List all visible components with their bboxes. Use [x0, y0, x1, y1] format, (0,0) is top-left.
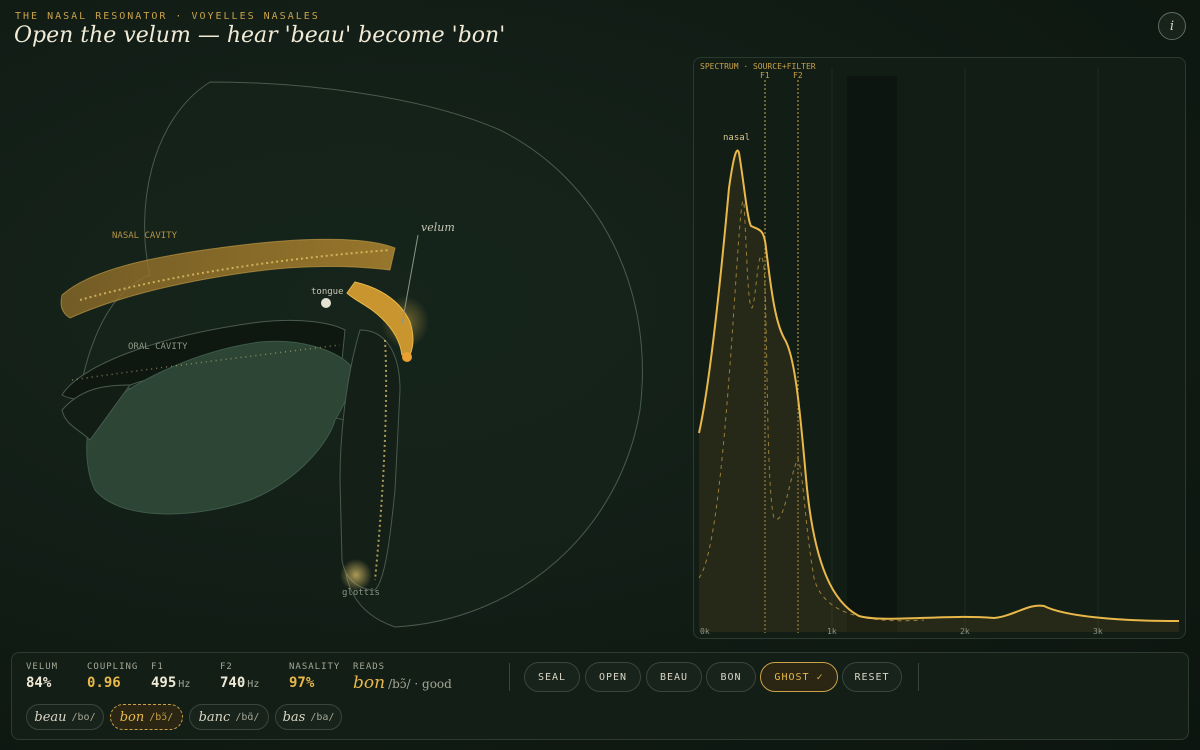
word-chip-bas[interactable]: bas/ba/ — [275, 704, 342, 730]
seal-button[interactable]: SEAL — [524, 662, 580, 692]
f2-stat-unit: Hz — [247, 679, 260, 690]
chip-word: banc — [198, 709, 231, 725]
spectrum-fill — [699, 150, 1179, 632]
x-tick-label: 1k — [827, 627, 837, 636]
f1-marker-label: F1 — [760, 71, 770, 80]
word-chip-bon[interactable]: bon/bɔ̃/ — [110, 704, 183, 730]
velum-stat-value: 84% — [26, 675, 52, 691]
coupling-stat: COUPLING 0.96 — [87, 662, 138, 691]
vocal-tract-diagram: NASAL CAVITY ORAL CAVITY tongue velum gl… — [60, 81, 643, 628]
nasal-peak-label: nasal — [723, 133, 750, 143]
reads-stat: READS bon/bɔ̃/ · good — [353, 662, 452, 693]
reads-stat-label: READS — [353, 662, 386, 672]
nasality-stat-label: NASALITY — [289, 662, 341, 672]
spectrum-title: SPECTRUM · SOURCE+FILTER — [700, 62, 816, 71]
reads-word: bon — [353, 673, 386, 693]
nasality-stat-value: 97% — [289, 675, 315, 691]
info-icon: i — [1169, 18, 1175, 34]
reset-button[interactable]: RESET — [842, 662, 902, 692]
velum-stat: VELUM 84% — [26, 662, 58, 691]
x-tick-label: 2k — [960, 627, 970, 636]
f1-stat-value: 495 — [151, 675, 177, 691]
ghost-toggle-button[interactable]: GHOST ✓ — [760, 662, 838, 692]
glottis-glow — [340, 559, 372, 591]
f1-stat: F1 495 Hz — [151, 662, 190, 691]
chip-ipa: /bɔ̃/ — [149, 711, 174, 723]
coupling-stat-label: COUPLING — [87, 662, 139, 672]
glottis-label: glottis — [342, 588, 380, 598]
beau-button[interactable]: BEAU — [646, 662, 702, 692]
control-bar: VELUM 84% COUPLING 0.96 F1 495 Hz F2 740 H… — [11, 652, 1189, 740]
f1-stat-value-wrap: 495 Hz — [151, 675, 190, 691]
nasality-stat: NASALITY 97% — [289, 662, 340, 691]
x-tick-label: 0k — [700, 627, 710, 636]
chip-ipa: /ba/ — [310, 711, 335, 723]
tongue-marker[interactable] — [321, 298, 331, 308]
spectrum-shaded-band — [847, 76, 897, 632]
f1-stat-unit: Hz — [178, 679, 191, 690]
oral-cavity-label: ORAL CAVITY — [128, 342, 188, 352]
chip-ipa: /bɑ̃/ — [235, 711, 260, 723]
app-kicker: THE NASAL RESONATOR · VOYELLES NASALES — [15, 11, 320, 22]
chip-word: bon — [119, 709, 145, 725]
open-button[interactable]: OPEN — [585, 662, 641, 692]
chip-ipa: /bo/ — [71, 711, 96, 723]
divider — [918, 663, 919, 691]
spectrum-plot: SPECTRUM · SOURCE+FILTER F1 F2 nasal 0k … — [698, 62, 1180, 636]
divider — [509, 663, 510, 691]
page-title: Open the velum — hear 'beau' become 'bon… — [14, 23, 506, 48]
velum-label: velum — [421, 221, 455, 234]
velum-handle[interactable] — [402, 352, 412, 362]
x-tick-label: 3k — [1093, 627, 1103, 636]
f2-stat: F2 740 Hz — [220, 662, 259, 691]
coupling-stat-value: 0.96 — [87, 675, 121, 691]
tongue-label: tongue — [311, 287, 344, 297]
word-chip-banc[interactable]: banc/bɑ̃/ — [189, 704, 269, 730]
reads-detail: /bɔ̃/ · good — [388, 677, 452, 691]
reads-stat-value: bon/bɔ̃/ · good — [353, 673, 452, 693]
word-chip-beau[interactable]: beau/bo/ — [26, 704, 104, 730]
velum-stat-label: VELUM — [26, 662, 59, 672]
bon-button[interactable]: BON — [706, 662, 756, 692]
f2-marker-label: F2 — [793, 71, 803, 80]
f2-stat-value: 740 — [220, 675, 246, 691]
f1-stat-label: F1 — [151, 662, 164, 672]
f2-stat-value-wrap: 740 Hz — [220, 675, 259, 691]
f2-stat-label: F2 — [220, 662, 233, 672]
chip-word: beau — [34, 709, 67, 725]
info-button[interactable]: i — [1158, 12, 1186, 40]
nasal-cavity-label: NASAL CAVITY — [112, 231, 178, 241]
chip-word: bas — [282, 709, 306, 725]
spectrum-panel: SPECTRUM · SOURCE+FILTER F1 F2 nasal 0k … — [693, 57, 1186, 639]
